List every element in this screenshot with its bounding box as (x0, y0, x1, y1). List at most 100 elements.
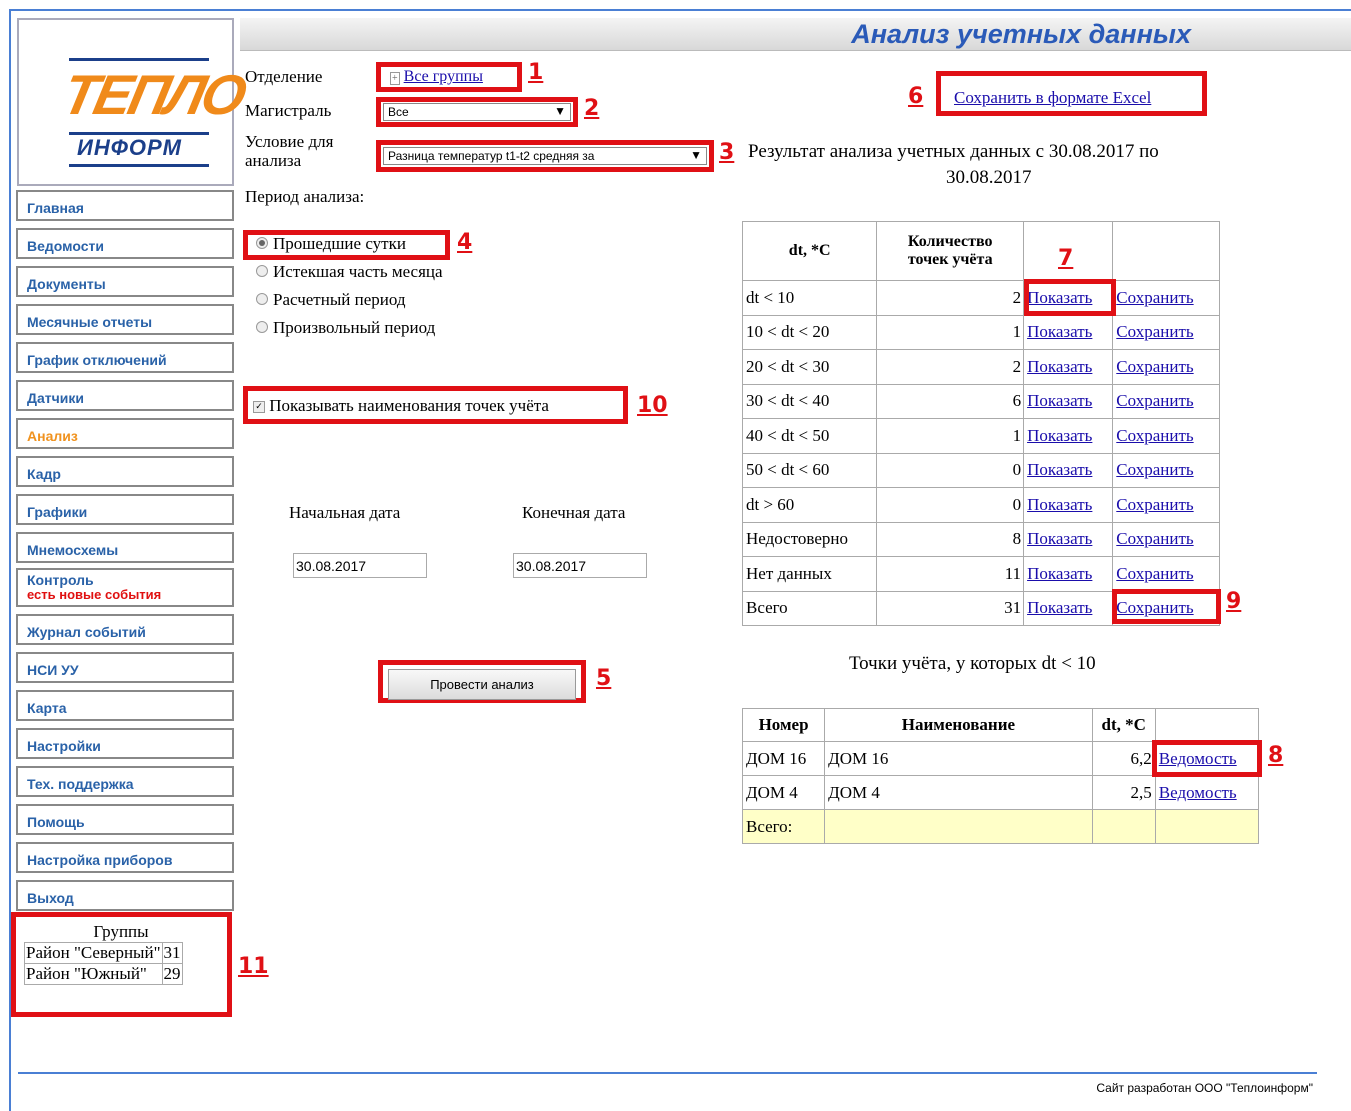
count-cell: 0 (876, 452, 1025, 488)
save-link[interactable]: Сохранить (1116, 288, 1193, 307)
show-link[interactable]: Показать (1027, 460, 1092, 479)
point-dt: 2,5 (1091, 775, 1156, 810)
nav-control[interactable]: Контроль есть новые события (16, 568, 234, 607)
statement-link[interactable]: Ведомость (1159, 783, 1237, 802)
nav-outage-schedule[interactable]: График отключений (16, 342, 234, 373)
logo-text-main: ТЕПЛО (57, 63, 250, 126)
group-name[interactable]: Район "Южный" (24, 963, 163, 985)
save-link[interactable]: Сохранить (1116, 357, 1193, 376)
group-count: 31 (161, 942, 183, 964)
save-link[interactable]: Сохранить (1116, 460, 1193, 479)
save-cell: Сохранить (1112, 556, 1220, 592)
new-events-alert: есть новые события (27, 587, 162, 602)
nav-documents[interactable]: Документы (16, 266, 234, 297)
department-selector[interactable]: + Все группы (390, 67, 483, 88)
save-link[interactable]: Сохранить (1116, 426, 1193, 445)
point-number: ДОМ 4 (741, 775, 826, 810)
checkbox-checked-icon[interactable]: ✓ (253, 401, 265, 413)
nav-charts[interactable]: Графики (16, 494, 234, 525)
count-cell: 1 (876, 314, 1025, 350)
save-link[interactable]: Сохранить (1116, 495, 1193, 514)
nav-map[interactable]: Карта (16, 690, 234, 721)
title-bar: Анализ учетных данных (240, 18, 1351, 51)
result-row: Недостоверно 8 Показать Сохранить (741, 521, 1220, 557)
nav-statements[interactable]: Ведомости (16, 228, 234, 259)
group-count: 29 (161, 963, 183, 985)
run-analysis-button[interactable]: Провести анализ (388, 669, 576, 700)
count-cell: 6 (876, 383, 1025, 419)
save-link[interactable]: Сохранить (1116, 322, 1193, 341)
main-select[interactable]: Все ▼ (383, 103, 571, 121)
save-cell: Сохранить (1112, 280, 1220, 316)
marker-5: 5 (596, 666, 612, 691)
show-link[interactable]: Показать (1027, 426, 1092, 445)
nav-support[interactable]: Тех. поддержка (16, 766, 234, 797)
save-link[interactable]: Сохранить (1116, 391, 1193, 410)
show-link[interactable]: Показать (1027, 564, 1092, 583)
result-row: 10 < dt < 20 1 Показать Сохранить (741, 314, 1220, 350)
nav-mnemonics[interactable]: Мнемосхемы (16, 532, 234, 563)
show-link[interactable]: Показать (1027, 391, 1092, 410)
show-link[interactable]: Показать (1027, 495, 1092, 514)
groups-table: Район "Северный" 31 Район "Южный" 29 (24, 942, 183, 985)
period-option-day[interactable]: Прошедшие сутки (256, 234, 406, 254)
nav-monthly-reports[interactable]: Месячные отчеты (16, 304, 234, 335)
range-cell: 20 < dt < 30 (741, 349, 878, 385)
nav-logout[interactable]: Выход (16, 880, 234, 911)
group-name[interactable]: Район "Северный" (24, 942, 163, 964)
nav-event-log[interactable]: Журнал событий (16, 614, 234, 645)
show-cell: Показать (1023, 383, 1114, 419)
show-cell: Показать (1023, 418, 1114, 454)
point-dt: 6,2 (1091, 741, 1156, 776)
point-row: ДОМ 4 ДОМ 4 2,5 Ведомость (741, 775, 1260, 810)
start-date-label: Начальная дата (289, 503, 401, 522)
groups-title: Группы (93, 922, 149, 941)
result-row: 20 < dt < 30 2 Показать Сохранить (741, 349, 1220, 385)
count-cell: 8 (876, 521, 1025, 557)
period-option-label: Истекшая часть месяца (273, 262, 443, 281)
save-link[interactable]: Сохранить (1116, 529, 1193, 548)
logo[interactable]: ТЕПЛО ИНФОРМ (17, 18, 250, 186)
start-date-input[interactable] (293, 553, 427, 578)
nav-device-settings[interactable]: Настройка приборов (16, 842, 234, 873)
footer-credit: Сайт разработан ООО "Теплоинформ" (1096, 1081, 1313, 1095)
save-cell: Сохранить (1112, 418, 1220, 454)
group-row[interactable]: Район "Южный" 29 (24, 963, 183, 985)
show-link[interactable]: Показать (1027, 529, 1092, 548)
nav-nsi[interactable]: НСИ УУ (16, 652, 234, 683)
show-link[interactable]: Показать (1027, 598, 1092, 617)
radio-selected-icon[interactable] (256, 237, 268, 250)
radio-icon[interactable] (256, 293, 268, 306)
nav-sensors[interactable]: Датчики (16, 380, 234, 411)
condition-label-line2: анализа (245, 151, 302, 170)
group-row[interactable]: Район "Северный" 31 (24, 942, 183, 964)
total-label: Всего: (741, 809, 826, 844)
condition-select[interactable]: Разница температур t1-t2 средняя за ▼ (383, 147, 707, 165)
nav-settings[interactable]: Настройки (16, 728, 234, 759)
marker-8: 8 (1268, 743, 1284, 768)
logo-line (69, 58, 209, 61)
save-cell: Сохранить (1112, 487, 1220, 523)
chevron-down-icon: ▼ (690, 148, 702, 162)
nav-frame[interactable]: Кадр (16, 456, 234, 487)
show-link[interactable]: Показать (1027, 357, 1092, 376)
period-option-billing[interactable]: Расчетный период (256, 290, 406, 310)
expand-icon[interactable]: + (390, 72, 400, 85)
radio-icon[interactable] (256, 265, 268, 278)
show-names-checkbox-row[interactable]: ✓ Показывать наименования точек учёта (253, 396, 549, 416)
nav-main[interactable]: Главная (16, 190, 234, 221)
show-link[interactable]: Показать (1027, 322, 1092, 341)
period-option-custom[interactable]: Произвольный период (256, 318, 435, 338)
statement-cell: Ведомость (1154, 775, 1260, 810)
export-excel-link[interactable]: Сохранить в формате Excel (954, 88, 1151, 107)
department-value[interactable]: Все группы (404, 68, 483, 85)
radio-icon[interactable] (256, 321, 268, 334)
end-date-input[interactable] (513, 553, 647, 578)
col-header-link (1154, 708, 1260, 742)
nav-help[interactable]: Помощь (16, 804, 234, 835)
nav-analysis[interactable]: Анализ (16, 418, 234, 449)
save-link[interactable]: Сохранить (1116, 564, 1193, 583)
nav-control-label: Контроль (27, 572, 94, 588)
period-option-label: Прошедшие сутки (273, 234, 406, 253)
period-option-month[interactable]: Истекшая часть месяца (256, 262, 443, 282)
